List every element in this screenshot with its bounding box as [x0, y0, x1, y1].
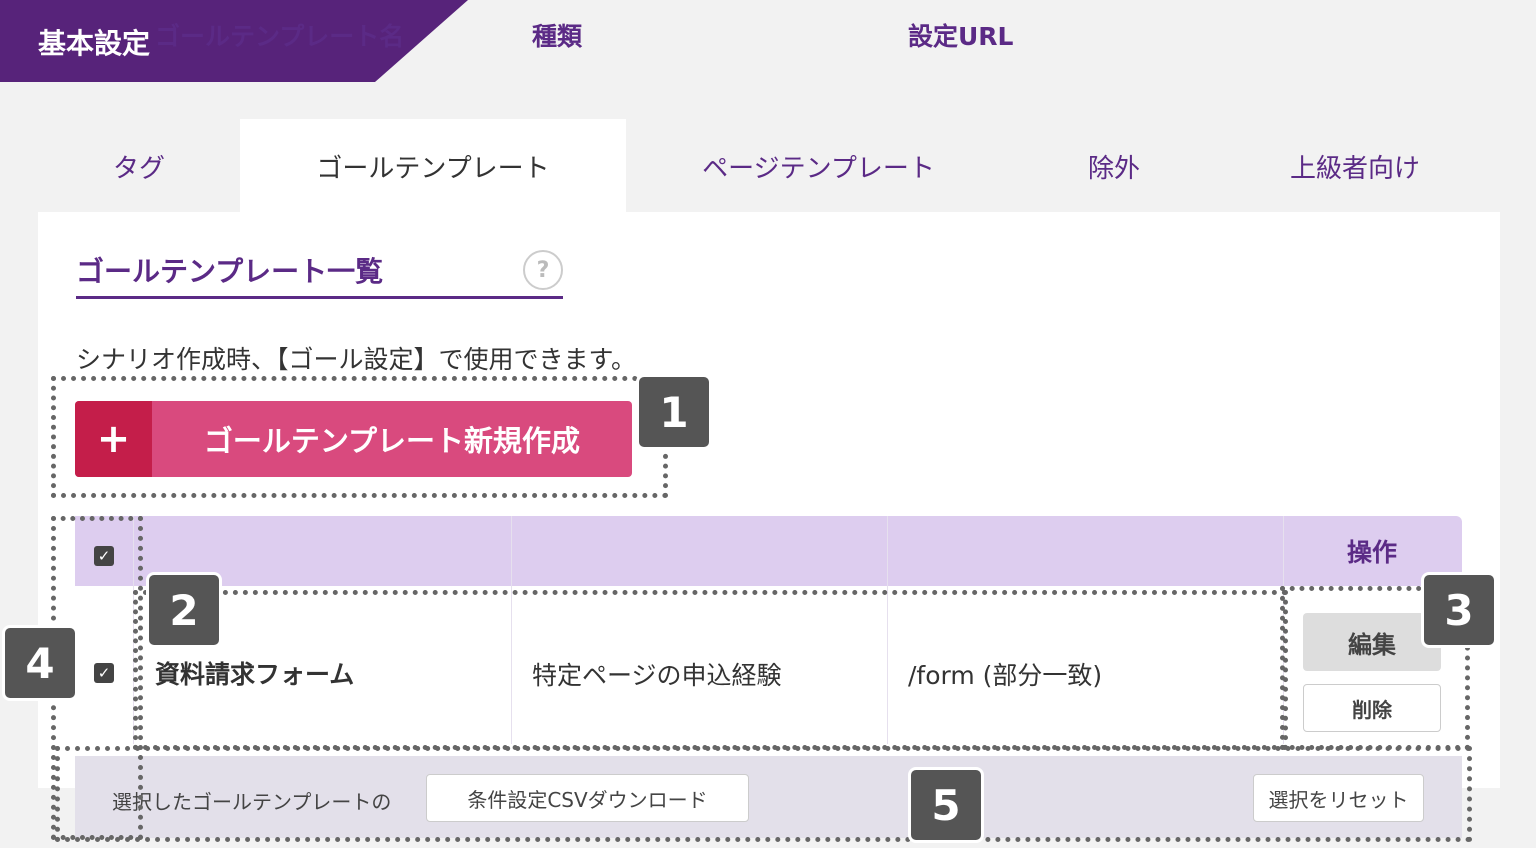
create-button-label: ゴールテンプレート新規作成: [203, 424, 581, 458]
delete-button[interactable]: 削除: [1303, 684, 1441, 732]
bulk-action-label: 選択したゴールテンプレートの: [112, 790, 392, 814]
annotation-badge-2: 2: [146, 572, 222, 648]
row-type: 特定ページの申込経験: [532, 661, 782, 690]
column-divider: [1283, 516, 1284, 744]
tab-goal-template[interactable]: ゴールテンプレート: [240, 119, 626, 213]
reset-selection-button[interactable]: 選択をリセット: [1253, 774, 1424, 822]
tab-tag[interactable]: タグ: [38, 119, 240, 213]
section-underline: [76, 296, 563, 299]
section-description: シナリオ作成時、【ゴール設定】で使用できます。: [76, 345, 637, 374]
section-title: ゴールテンプレート一覧: [76, 255, 384, 288]
annotation-badge-5: 5: [908, 767, 984, 843]
annotation-badge-3: 3: [1421, 572, 1497, 648]
annotation-badge-4: 4: [2, 625, 78, 701]
create-goal-template-button[interactable]: + ゴールテンプレート新規作成: [75, 401, 632, 477]
plus-icon: +: [75, 401, 152, 477]
column-divider: [511, 516, 512, 744]
row-name[interactable]: 資料請求フォーム: [155, 655, 354, 691]
row-url: /form (部分一致): [908, 661, 1103, 690]
column-header-url: 設定URL: [908, 22, 1014, 51]
help-icon[interactable]: ?: [523, 250, 563, 290]
column-divider: [133, 516, 134, 744]
column-header-type: 種類: [532, 22, 583, 51]
select-all-checkbox[interactable]: ✓: [94, 546, 114, 566]
column-divider: [887, 516, 888, 744]
row-checkbox[interactable]: ✓: [94, 663, 114, 683]
tab-advanced[interactable]: 上級者向け: [1217, 119, 1493, 213]
table-header: [75, 516, 1462, 586]
column-header-actions: 操作: [1347, 538, 1398, 567]
column-header-name: ゴールテンプレート名: [155, 22, 405, 51]
tab-page-template[interactable]: ページテンプレート: [626, 119, 1011, 213]
tab-bar: タグ ゴールテンプレート ページテンプレート 除外 上級者向け: [38, 119, 1500, 213]
tab-exclude[interactable]: 除外: [1011, 119, 1217, 213]
page-title: 基本設定: [38, 27, 151, 60]
annotation-badge-1: 1: [636, 374, 712, 450]
csv-download-button[interactable]: 条件設定CSVダウンロード: [426, 774, 749, 822]
